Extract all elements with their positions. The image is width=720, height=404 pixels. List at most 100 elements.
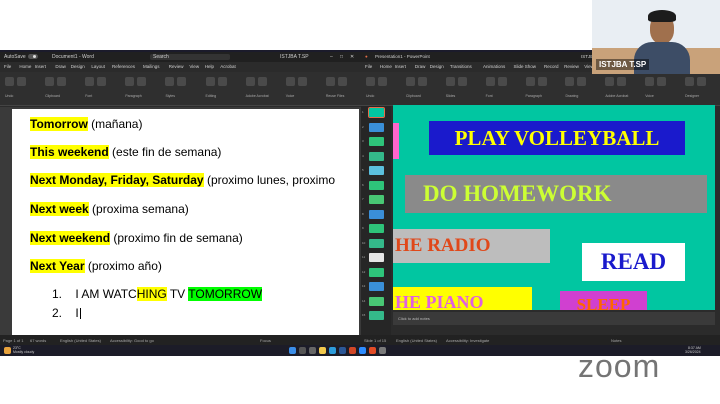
task-view-icon[interactable]: [309, 347, 316, 354]
box-do-homework[interactable]: DO HOMEWORK: [405, 175, 707, 213]
ribbon-button-icon[interactable]: [405, 77, 415, 86]
menu-tab-draw[interactable]: Draw: [55, 64, 66, 69]
menu-tab-home[interactable]: Home: [380, 64, 392, 69]
ribbon-button-icon[interactable]: [137, 77, 147, 86]
ribbon-button-icon[interactable]: [125, 77, 135, 86]
slide-thumbnail-12[interactable]: [369, 267, 384, 277]
file-explorer-icon[interactable]: [319, 347, 326, 354]
ribbon-button-icon[interactable]: [57, 77, 67, 86]
ribbon-button-icon[interactable]: [97, 77, 107, 86]
ribbon-button-icon[interactable]: [85, 77, 95, 86]
maximize-icon[interactable]: □: [340, 54, 343, 60]
ribbon-button-icon[interactable]: [497, 77, 507, 86]
close-icon[interactable]: ✕: [350, 54, 354, 60]
ribbon-button-icon[interactable]: [417, 77, 427, 86]
slide-thumbnail-10[interactable]: [369, 238, 384, 248]
slide-thumbnail-5[interactable]: [369, 166, 384, 175]
edge-icon[interactable]: [329, 347, 336, 354]
notes-pane[interactable]: Click to add notes: [393, 312, 715, 325]
slide-thumbnail-4[interactable]: [369, 151, 384, 161]
ribbon-button-icon[interactable]: [378, 77, 387, 86]
box-read[interactable]: READ: [582, 243, 685, 281]
search-icon[interactable]: [299, 347, 306, 354]
slide-thumbnail-13[interactable]: [369, 282, 384, 291]
slide-thumbnail-1[interactable]: [368, 107, 385, 118]
menu-tab-design[interactable]: Design: [71, 64, 85, 69]
start-icon[interactable]: [289, 347, 296, 354]
ribbon-button-icon[interactable]: [605, 77, 615, 86]
menu-tab-record[interactable]: Record: [544, 64, 559, 69]
ribbon-button-icon[interactable]: [537, 77, 547, 86]
menu-tab-layout[interactable]: Layout: [91, 64, 105, 69]
chrome-icon[interactable]: [369, 347, 376, 354]
ribbon-button-icon[interactable]: [366, 77, 375, 86]
ribbon-button-icon[interactable]: [697, 77, 707, 86]
ribbon-button-icon[interactable]: [245, 77, 255, 86]
menu-tab-file[interactable]: File: [365, 64, 372, 69]
settings-icon[interactable]: [379, 347, 386, 354]
slide-thumbnail-14[interactable]: [369, 296, 384, 306]
ribbon-button-icon[interactable]: [17, 77, 26, 86]
slide-thumbnail-11[interactable]: [369, 253, 384, 262]
status-focus[interactable]: Focus: [260, 338, 271, 343]
menu-tab-acrobat[interactable]: Acrobat: [220, 64, 236, 69]
box-the-radio[interactable]: HE RADIO: [393, 229, 550, 263]
ribbon-button-icon[interactable]: [657, 77, 667, 86]
ribbon-button-icon[interactable]: [165, 77, 175, 86]
slide-thumbnail-2[interactable]: [369, 122, 384, 132]
ribbon-button-icon[interactable]: [177, 77, 187, 86]
word-search-box[interactable]: Search: [150, 54, 230, 60]
zoom-taskbar-icon[interactable]: [359, 347, 366, 354]
weather-icon[interactable]: [4, 347, 11, 354]
ribbon-button-icon[interactable]: [445, 77, 455, 86]
ribbon-button-icon[interactable]: [685, 77, 695, 86]
menu-tab-slide-show[interactable]: Slide Show: [514, 64, 537, 69]
ribbon-button-icon[interactable]: [645, 77, 655, 86]
slide-thumbnail-3[interactable]: [369, 137, 384, 146]
slide-thumbnail-8[interactable]: [369, 209, 384, 219]
menu-tab-help[interactable]: Help: [205, 64, 214, 69]
status-notes[interactable]: Notes: [611, 338, 621, 343]
slide-thumbnail-7[interactable]: [369, 195, 384, 204]
ribbon-button-icon[interactable]: [565, 77, 575, 86]
ribbon-button-icon[interactable]: [257, 77, 267, 86]
ribbon-button-icon[interactable]: [205, 77, 215, 86]
slide-thumbnail-9[interactable]: [369, 224, 384, 233]
menu-tab-draw[interactable]: Draw: [415, 64, 426, 69]
powerpoint-taskbar-icon[interactable]: [349, 347, 356, 354]
slide-thumbnail-6[interactable]: [369, 180, 384, 190]
ribbon-button-icon[interactable]: [457, 77, 467, 86]
menu-tab-review[interactable]: Review: [564, 64, 579, 69]
minimize-icon[interactable]: –: [330, 54, 333, 60]
ribbon-button-icon[interactable]: [5, 77, 14, 86]
ribbon-button-icon[interactable]: [297, 77, 307, 86]
box-sleep[interactable]: SLEEP: [560, 291, 647, 310]
ribbon-button-icon[interactable]: [217, 77, 227, 86]
menu-tab-design[interactable]: Design: [430, 64, 444, 69]
box-the-piano[interactable]: HE PIANO: [393, 287, 532, 310]
ribbon-button-icon[interactable]: [577, 77, 587, 86]
clock-date[interactable]: 3/26/2024: [685, 350, 701, 354]
menu-tab-animations[interactable]: Animations: [483, 64, 505, 69]
autosave-toggle[interactable]: [28, 54, 38, 59]
ribbon-button-icon[interactable]: [325, 77, 335, 86]
menu-tab-view[interactable]: View: [189, 64, 199, 69]
box-play-volleyball[interactable]: PLAY VOLLEYBALL: [429, 121, 685, 155]
menu-tab-insert[interactable]: Insert: [395, 64, 406, 69]
status-ppt-accessibility[interactable]: Accessibility: Investigate: [446, 338, 489, 343]
ribbon-button-icon[interactable]: [285, 77, 295, 86]
menu-tab-references[interactable]: References: [112, 64, 135, 69]
menu-tab-review[interactable]: Review: [169, 64, 184, 69]
slide-canvas[interactable]: PLAY VOLLEYBALL DO HOMEWORK HE RADIO REA…: [393, 105, 715, 310]
ribbon-button-icon[interactable]: [337, 77, 347, 86]
menu-tab-insert[interactable]: Insert: [35, 64, 46, 69]
menu-tab-home[interactable]: Home: [19, 64, 31, 69]
menu-tab-file[interactable]: File: [4, 64, 11, 69]
ribbon-button-icon[interactable]: [525, 77, 535, 86]
status-accessibility[interactable]: Accessibility: Good to go: [110, 338, 154, 343]
menu-tab-transitions[interactable]: Transitions: [450, 64, 472, 69]
menu-tab-mailings[interactable]: Mailings: [143, 64, 160, 69]
ribbon-button-icon[interactable]: [617, 77, 627, 86]
ribbon-button-icon[interactable]: [45, 77, 55, 86]
slide-thumbnail-15[interactable]: [369, 311, 384, 320]
